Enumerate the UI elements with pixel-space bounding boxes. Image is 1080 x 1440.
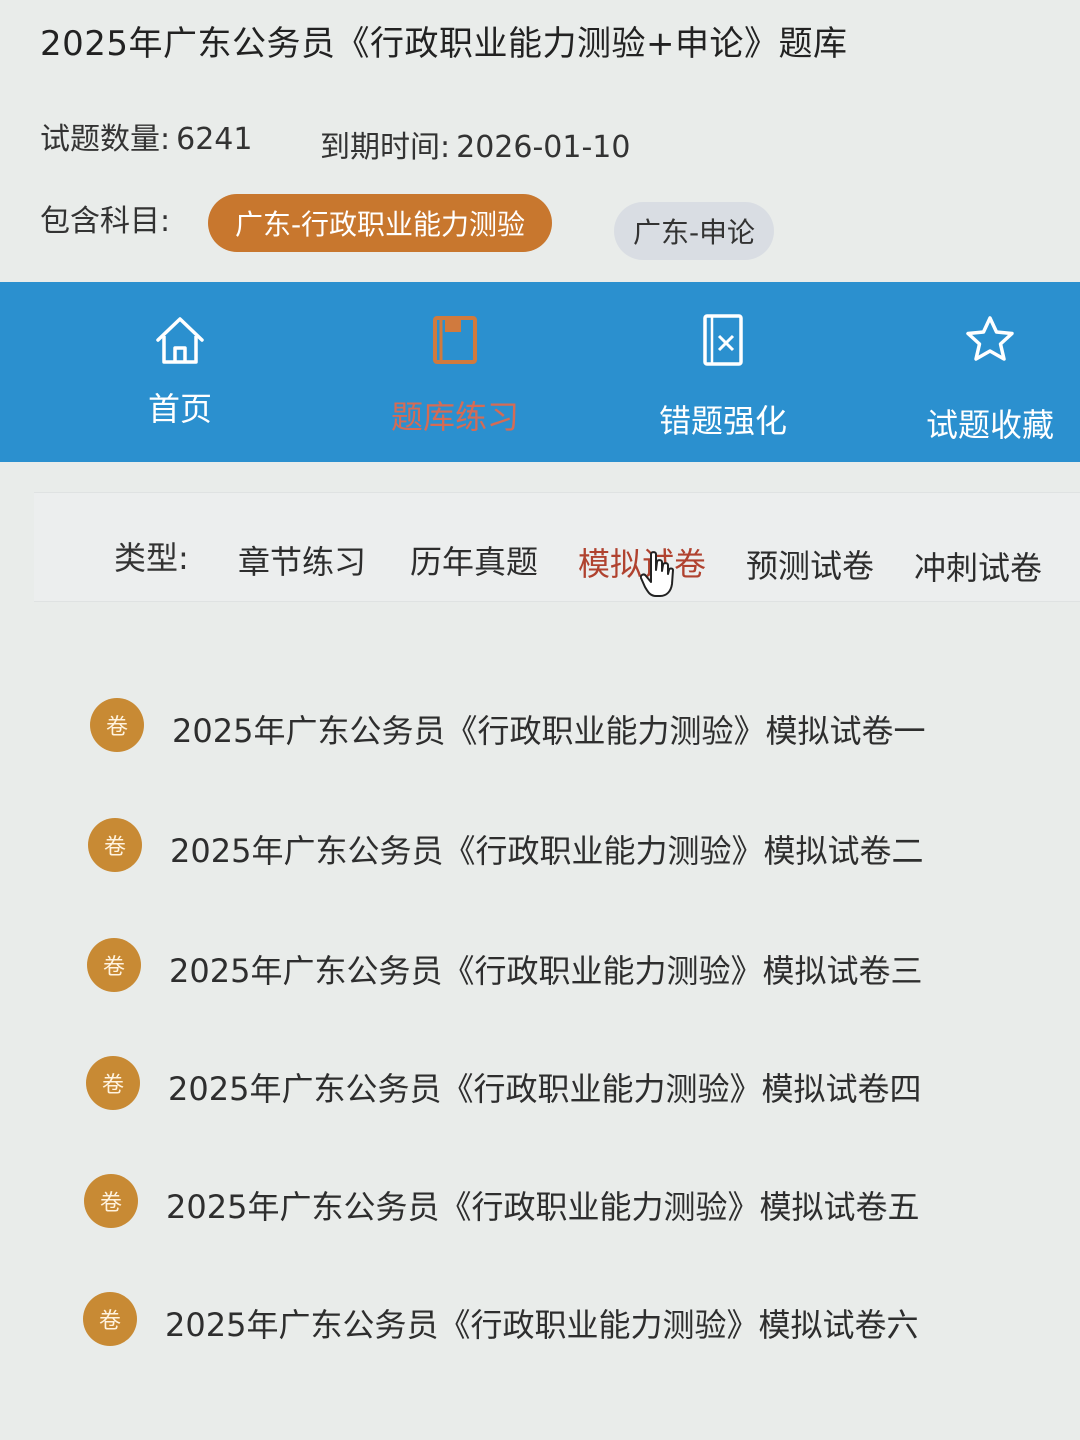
list-item[interactable]: 卷 2025年广东公务员《行政职业能力测验》模拟试卷六	[0, 1274, 1073, 1364]
paper-badge: 卷	[87, 938, 141, 992]
type-filter-label: 类型:	[114, 539, 189, 577]
expire-date: 到期时间: 2026-01-10	[320, 122, 630, 166]
subject-chip-xingce[interactable]: 广东-行政职业能力测验	[208, 194, 552, 252]
type-filter: 类型: 章节练习 历年真题 模拟试卷 预测试卷 冲刺试卷	[34, 492, 1080, 602]
page: 2025年广东公务员《行政职业能力测验+申论》题库 试题数量: 6241 到期时间…	[0, 0, 1080, 1440]
paper-title: 2025年广东公务员《行政职业能力测验》模拟试卷一	[172, 712, 926, 750]
nav-home[interactable]: 首页	[45, 282, 315, 462]
paper-title: 2025年广东公务员《行政职业能力测验》模拟试卷五	[166, 1188, 920, 1226]
paper-badge: 卷	[88, 818, 142, 872]
nav-favorites[interactable]: 试题收藏	[855, 282, 1080, 462]
nav-home-label: 首页	[147, 390, 212, 428]
paper-badge: 卷	[83, 1292, 137, 1346]
nav-favorites-label: 试题收藏	[925, 406, 1054, 444]
list-item[interactable]: 卷 2025年广东公务员《行政职业能力测验》模拟试卷二	[0, 800, 1078, 890]
star-icon	[966, 316, 1014, 361]
filter-chapter-practice[interactable]: 章节练习	[238, 537, 366, 583]
question-count-value: 6241	[176, 122, 253, 157]
subjects-label: 包含科目:	[40, 204, 171, 239]
filter-sprint-papers[interactable]: 冲刺试卷	[914, 543, 1042, 589]
list-item[interactable]: 卷 2025年广东公务员《行政职业能力测验》模拟试卷五	[0, 1156, 1074, 1246]
paper-title: 2025年广东公务员《行政职业能力测验》模拟试卷四	[168, 1070, 922, 1108]
list-item[interactable]: 卷 2025年广东公务员《行政职业能力测验》模拟试卷三	[0, 920, 1077, 1010]
nav-wrong-questions[interactable]: 错题强化	[588, 282, 858, 462]
bank-header: 2025年广东公务员《行政职业能力测验+申论》题库 试题数量: 6241 到期时间…	[0, 0, 1080, 282]
paper-title: 2025年广东公务员《行政职业能力测验》模拟试卷六	[165, 1306, 919, 1344]
subject-chip-shenlun[interactable]: 广东-申论	[614, 202, 774, 260]
expire-date-value: 2026-01-10	[456, 130, 631, 165]
expire-date-label: 到期时间:	[320, 130, 451, 165]
list-item[interactable]: 卷 2025年广东公务员《行政职业能力测验》模拟试卷一	[0, 680, 1080, 770]
filter-predict-papers[interactable]: 预测试卷	[746, 541, 874, 587]
nav-practice[interactable]: 题库练习	[320, 282, 590, 462]
question-count-label: 试题数量:	[40, 122, 171, 157]
wrong-doc-icon	[703, 314, 743, 366]
filter-past-exams[interactable]: 历年真题	[410, 537, 538, 583]
question-count: 试题数量: 6241	[40, 114, 252, 158]
paper-title: 2025年广东公务员《行政职业能力测验》模拟试卷二	[170, 832, 924, 870]
paper-badge: 卷	[86, 1056, 140, 1110]
paper-badge: 卷	[90, 698, 144, 752]
nav-practice-label: 题库练习	[390, 398, 519, 436]
paper-badge: 卷	[84, 1174, 138, 1228]
hand-cursor-icon	[640, 551, 674, 597]
paper-title: 2025年广东公务员《行政职业能力测验》模拟试卷三	[169, 952, 923, 990]
page-title: 2025年广东公务员《行政职业能力测验+申论》题库	[40, 24, 848, 64]
home-icon	[156, 317, 204, 364]
nav-wrong-label: 错题强化	[658, 402, 787, 440]
list-item[interactable]: 卷 2025年广东公务员《行政职业能力测验》模拟试卷四	[0, 1038, 1076, 1128]
book-icon	[433, 316, 477, 364]
main-nav: 首页 题库练习 错题强化 试题收藏	[0, 282, 1080, 462]
